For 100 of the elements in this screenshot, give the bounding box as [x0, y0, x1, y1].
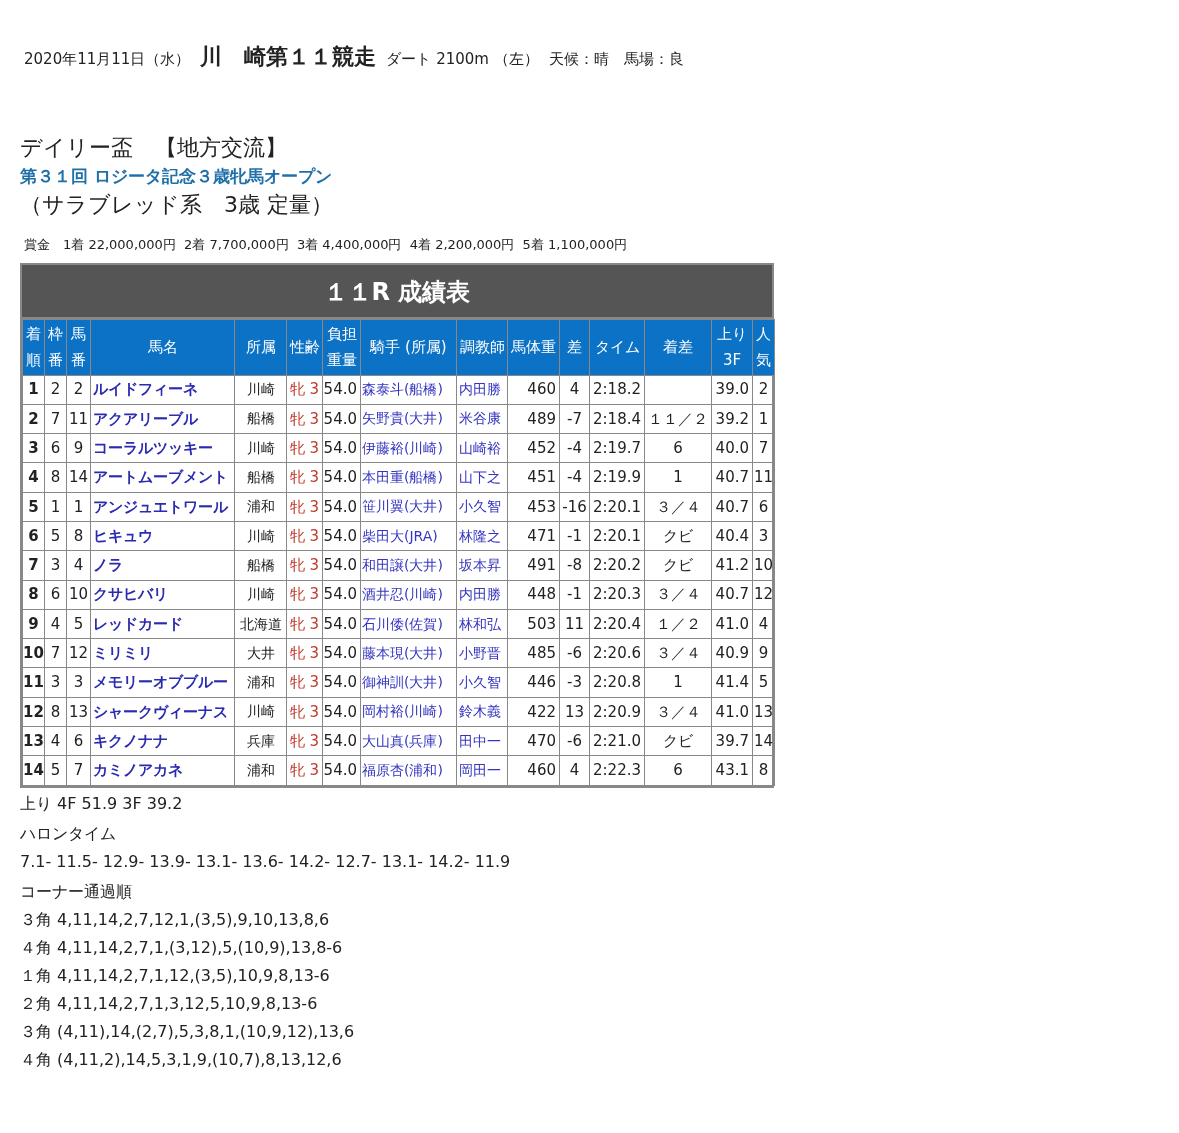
table-cell-text: 54.0: [323, 760, 358, 782]
table-cell-text: 489: [526, 408, 557, 430]
table-cell-text: 460: [526, 379, 557, 401]
table-cell-text: クビ: [662, 525, 694, 547]
sex-age: 牝 3: [288, 643, 321, 665]
column-header: 馬番: [66, 319, 91, 375]
table-cell-text: 54.0: [323, 613, 358, 635]
table-cell-text: 43.1: [714, 760, 750, 782]
table-cell-text: 3: [72, 672, 85, 694]
table-cell-text: 2:20.4: [592, 613, 642, 635]
table-cell-text: 422: [526, 701, 557, 723]
table-cell-text: 7: [757, 438, 770, 459]
table-cell-text: 11: [563, 613, 586, 635]
table-cell-text: 13: [67, 701, 90, 723]
sex-age: 牝 3: [288, 379, 321, 401]
table-cell-text: 2:20.9: [592, 701, 642, 723]
column-header: 騎手 (所属): [360, 319, 457, 375]
table-cell-text: 13: [753, 701, 774, 723]
table-cell-text: 5: [49, 760, 62, 782]
sex-age: 牝 3: [288, 496, 321, 518]
table-cell-text: -4: [566, 467, 583, 489]
sex-age: 牝 3: [288, 672, 321, 694]
race-subtitle: 第３１回 ロジータ記念３歳牝馬オープン: [20, 165, 333, 188]
table-cell-text: 2: [757, 379, 770, 401]
table-cell-text: 2:20.2: [592, 555, 642, 577]
table-cell-text: 浦和: [245, 497, 276, 517]
table-cell-text: -3: [566, 672, 583, 694]
table-cell-text: 5: [72, 613, 85, 635]
table-cell-text: 10: [753, 555, 774, 577]
table-cell-text: 2:18.2: [592, 379, 642, 401]
table-cell-text: 39.2: [714, 408, 750, 430]
corner-order: ３角 (4,11),14,(2,7),5,3,8,1,(10,9,12),13,6: [20, 1020, 356, 1043]
finish-position: 5: [27, 496, 40, 518]
finish-position: 7: [27, 555, 40, 577]
table-cell-text: 54.0: [323, 408, 358, 430]
race-number: 川 崎第１１競走: [200, 43, 377, 71]
table-cell-text: 54.0: [323, 496, 358, 518]
race-date: 2020年11月11日（水）: [24, 49, 191, 70]
table-cell-text: 川崎: [245, 702, 276, 722]
table-cell-text: 3: [49, 672, 62, 694]
table-cell-text: 40.9: [714, 643, 750, 665]
table-cell-text: 491: [526, 555, 557, 577]
table-cell-text: 2:20.3: [592, 584, 642, 606]
table-cell-text: -1: [566, 525, 583, 547]
table-cell-text: 54.0: [323, 701, 358, 723]
table-cell-text: 54.0: [323, 672, 358, 694]
table-cell-text: 54.0: [323, 643, 358, 665]
finish-position: 2: [27, 408, 40, 430]
sex-age: 牝 3: [288, 438, 321, 459]
table-cell-text: 7: [49, 643, 62, 665]
table-cell-text: １／２: [654, 613, 702, 635]
table-cell-text: 8: [72, 525, 85, 547]
table-cell-text: 1: [757, 408, 770, 430]
finish-position: 13: [23, 730, 44, 752]
table-cell-text: 11: [67, 408, 90, 430]
sex-age: 牝 3: [288, 555, 321, 577]
corner-order: ４角 4,11,14,2,7,1,(3,12),5,(10,9),13,8-6: [20, 936, 344, 959]
column-header: 着順: [22, 319, 45, 375]
prize-money: 賞金 1着 22,000,000円 2着 7,700,000円 3着 4,400,000円 4着 2,200,000円 5着 1,100,000円: [23, 236, 629, 254]
table-cell-text: 1: [49, 496, 62, 518]
table-cell-text: 9: [72, 438, 85, 459]
table-cell-text: 8: [757, 760, 770, 782]
column-header: 差: [559, 319, 590, 375]
table-cell-text: 40.4: [714, 525, 750, 547]
section-label: コーナー通過順: [20, 880, 133, 903]
table-cell-text: 40.0: [714, 438, 750, 459]
table-cell-text: 452: [526, 438, 557, 459]
table-cell-text: 川崎: [245, 438, 276, 458]
furlong-times: 7.1- 11.5- 12.9- 13.9- 13.1- 13.6- 14.2- 12.7- 13.1- 14.2- 11.9: [20, 850, 512, 873]
table-cell-text: ３／４: [654, 496, 702, 518]
table-cell-text: 485: [526, 643, 557, 665]
table-cell-text: 54.0: [323, 555, 358, 577]
table-cell-text: 4: [568, 379, 581, 401]
table-cell-text: 4: [757, 613, 770, 635]
sex-age: 牝 3: [288, 760, 321, 782]
table-cell-text: 大井: [245, 643, 276, 663]
table-cell-text: 40.7: [714, 467, 750, 489]
course-info: ダート 2100m （左）: [386, 49, 539, 70]
table-cell-text: 39.7: [714, 730, 750, 752]
table-cell-text: 471: [526, 525, 557, 547]
table-cell-text: 6: [49, 584, 62, 606]
table-cell-text: 6: [49, 438, 62, 459]
table-cell-text: -6: [566, 730, 583, 752]
table-cell-text: 54.0: [323, 467, 358, 489]
table-cell-text: 2:21.0: [592, 730, 642, 752]
table-cell-text: クビ: [662, 555, 694, 577]
column-header: 枠番: [44, 319, 67, 375]
table-cell-text: 8: [49, 467, 62, 489]
finish-position: 11: [23, 672, 44, 694]
column-header: 所属: [234, 319, 287, 375]
table-cell-text: 470: [526, 730, 557, 752]
table-cell-text: 4: [568, 760, 581, 782]
table-cell-text: 6: [672, 438, 684, 459]
table-cell-text: 船橋: [245, 555, 276, 575]
column-header: 馬体重: [507, 319, 560, 375]
table-cell-text: 6: [72, 730, 85, 752]
column-header: 人気: [752, 319, 775, 375]
table-cell-text: 7: [72, 760, 85, 782]
table-cell-text: 1: [72, 496, 85, 518]
table-cell-text: 41.0: [714, 701, 750, 723]
